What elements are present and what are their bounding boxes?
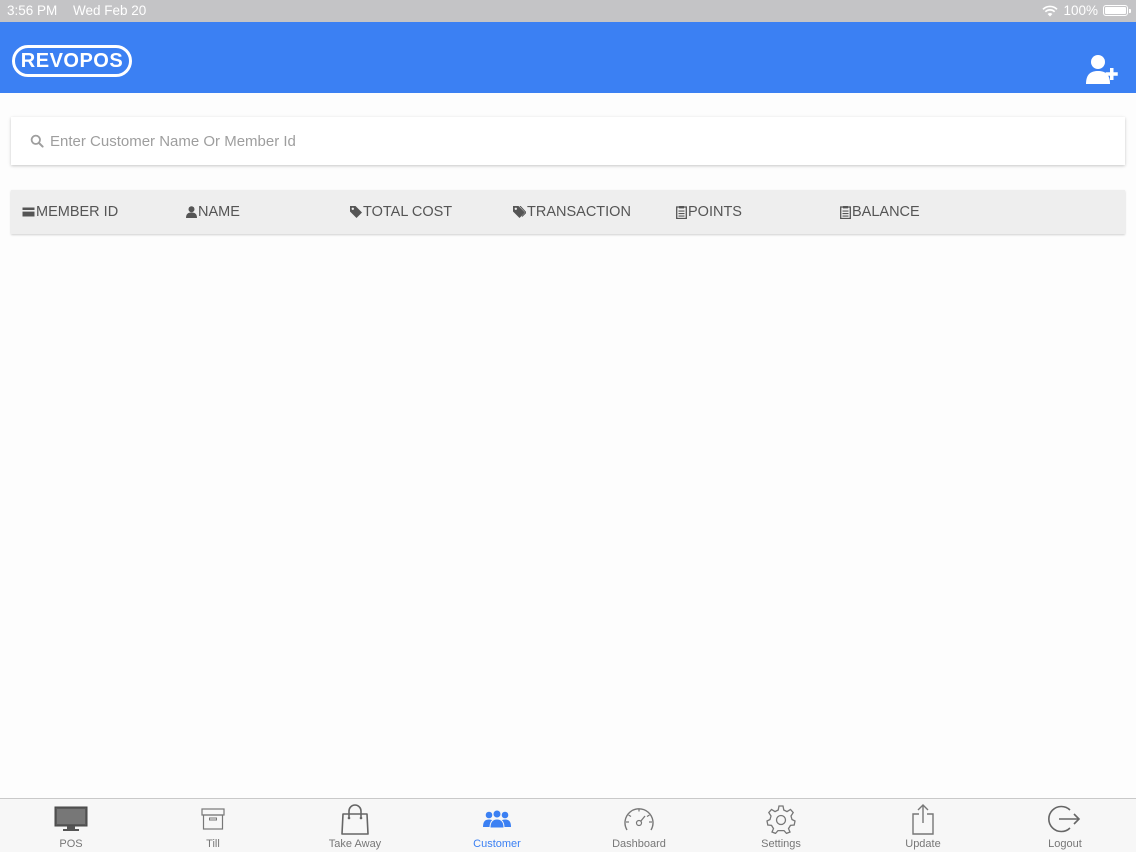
till-icon [201, 808, 225, 830]
tab-label: Update [905, 838, 941, 850]
column-label: BALANCE [852, 204, 920, 220]
revopos-logo: REVOPOS [12, 45, 132, 77]
tab-label: Settings [761, 838, 801, 850]
search-icon [30, 134, 44, 148]
tab-pos[interactable]: POS [0, 799, 142, 852]
list-icon [840, 205, 851, 219]
tab-label: POS [59, 838, 83, 850]
tab-dashboard[interactable]: Dashboard [568, 799, 710, 852]
share-icon [912, 804, 934, 835]
tab-label: Dashboard [612, 838, 666, 850]
column-member-id[interactable]: MEMBER ID [22, 204, 118, 220]
monitor-icon [54, 806, 88, 831]
customer-search-bar [11, 117, 1125, 165]
status-time: 3:56 PM [7, 3, 58, 18]
list-icon [676, 205, 687, 219]
status-bar: 3:56 PM Wed Feb 20 100% [0, 0, 1136, 22]
column-label: POINTS [688, 204, 742, 220]
battery-percent: 100% [1063, 3, 1098, 18]
column-label: TOTAL COST [363, 204, 453, 220]
bottom-tab-bar: POS Till Take Away Customer Dashboard Se… [0, 798, 1136, 852]
gear-icon [766, 805, 796, 834]
shopping-bag-icon [341, 804, 369, 835]
tab-take-away[interactable]: Take Away [284, 799, 426, 852]
tab-till[interactable]: Till [142, 799, 284, 852]
add-user-icon[interactable] [1084, 53, 1120, 85]
column-label: TRANSACTION [527, 204, 631, 220]
tab-label: Customer [473, 838, 521, 850]
customer-table-header: MEMBER ID NAME TOTAL COST TRANSACTION PO… [11, 190, 1125, 234]
status-right: 100% [1042, 3, 1131, 18]
tab-label: Take Away [328, 838, 382, 850]
column-label: NAME [198, 204, 240, 220]
tag-icon [350, 206, 362, 218]
tags-icon [513, 206, 526, 218]
person-icon [186, 206, 197, 218]
tab-customer[interactable]: Customer [426, 799, 568, 852]
customers-icon [483, 809, 511, 829]
tab-update[interactable]: Update [852, 799, 994, 852]
gauge-icon [624, 808, 654, 831]
tab-logout[interactable]: Logout [994, 799, 1136, 852]
tab-settings[interactable]: Settings [710, 799, 852, 852]
app-header: REVOPOS [0, 22, 1136, 93]
column-balance[interactable]: BALANCE [840, 204, 920, 220]
column-name[interactable]: NAME [186, 204, 240, 220]
column-points[interactable]: POINTS [676, 204, 742, 220]
wifi-icon [1042, 5, 1059, 16]
column-label: MEMBER ID [36, 204, 119, 220]
tab-label: Logout [1048, 838, 1082, 850]
column-total-cost[interactable]: TOTAL COST [350, 204, 452, 220]
logout-icon [1048, 805, 1081, 833]
column-transaction[interactable]: TRANSACTION [513, 204, 631, 220]
battery-icon [1103, 5, 1131, 16]
status-date: Wed Feb 20 [73, 3, 147, 18]
card-icon [22, 207, 35, 217]
logo-text: REVOPOS [20, 49, 124, 72]
tab-label: Till [206, 838, 220, 850]
customer-search-input[interactable] [50, 132, 1090, 150]
